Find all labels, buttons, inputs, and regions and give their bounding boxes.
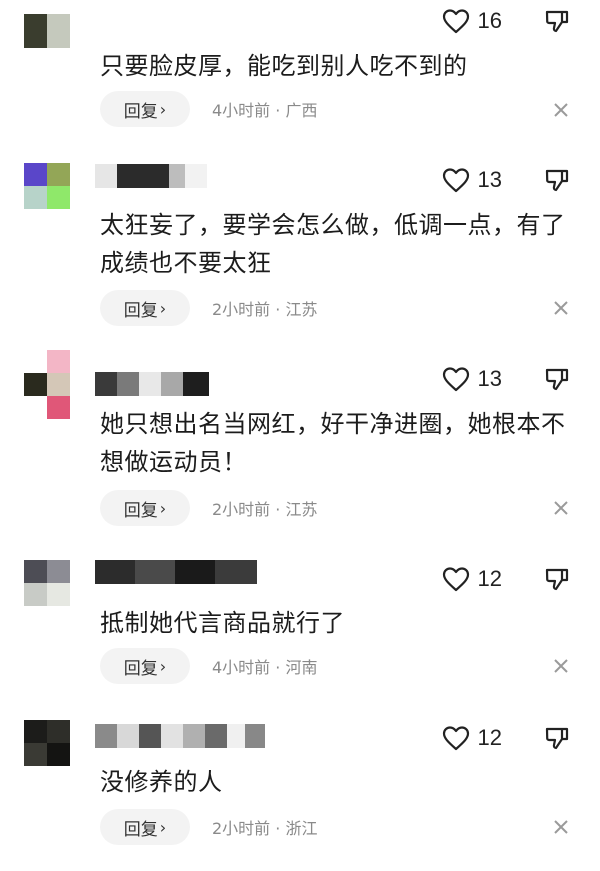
like-count: 13: [477, 366, 502, 391]
chevron-right-icon: ›: [159, 817, 167, 837]
heart-icon: [442, 567, 469, 592]
avatar[interactable]: [24, 350, 70, 420]
username-blurred[interactable]: [95, 560, 257, 584]
close-icon[interactable]: [552, 299, 570, 317]
avatar[interactable]: [24, 720, 70, 766]
close-icon[interactable]: [552, 101, 570, 119]
comment-text: 抵制她代言商品就行了: [100, 609, 345, 637]
like-button[interactable]: 13: [442, 364, 502, 394]
comment-meta: 回复 › 2小时前 · 江苏: [100, 490, 317, 526]
username-blurred[interactable]: [95, 164, 207, 188]
like-button[interactable]: 13: [442, 165, 502, 195]
dislike-button[interactable]: [544, 564, 570, 594]
heart-icon: [442, 168, 469, 193]
close-icon[interactable]: [552, 657, 570, 675]
comment-meta: 回复 › 2小时前 · 江苏: [100, 290, 317, 326]
reply-button[interactable]: 回复 ›: [100, 809, 190, 845]
username-blurred[interactable]: [95, 724, 265, 748]
close-icon[interactable]: [552, 818, 570, 836]
chevron-right-icon: ›: [159, 498, 167, 518]
comment-time-location: 2小时前 · 江苏: [212, 500, 318, 519]
reply-button[interactable]: 回复 ›: [100, 290, 190, 326]
heart-icon: [442, 726, 469, 751]
like-count: 12: [477, 725, 502, 750]
comment-text: 只要脸皮厚，能吃到别人吃不到的: [100, 52, 468, 80]
like-count: 16: [477, 8, 502, 33]
comment-text: 她只想出名当网红，好干净进圈，她根本不想做运动员！: [100, 410, 566, 476]
comment-time-location: 2小时前 · 浙江: [212, 819, 318, 838]
reply-button[interactable]: 回复 ›: [100, 648, 190, 684]
like-button[interactable]: 12: [442, 564, 502, 594]
like-button[interactable]: 12: [442, 723, 502, 753]
close-icon[interactable]: [552, 499, 570, 517]
reply-label: 回复: [123, 658, 158, 679]
avatar[interactable]: [24, 560, 70, 606]
comment-time-location: 4小时前 · 河南: [212, 658, 318, 677]
thumbs-down-icon: [545, 10, 569, 33]
comment-time-location: 2小时前 · 江苏: [212, 300, 318, 319]
dislike-button[interactable]: [544, 364, 570, 394]
chevron-right-icon: ›: [159, 298, 167, 318]
avatar[interactable]: [24, 163, 70, 209]
comment-meta: 回复 › 2小时前 · 浙江: [100, 809, 317, 845]
comment-meta: 回复 › 4小时前 · 河南: [100, 648, 317, 684]
dislike-button[interactable]: [544, 6, 570, 36]
comment-text: 太狂妄了，要学会怎么做，低调一点，有了成绩也不要太狂: [100, 211, 566, 277]
thumbs-down-icon: [545, 568, 569, 591]
username-blurred[interactable]: [95, 372, 209, 396]
reply-label: 回复: [123, 500, 158, 521]
chevron-right-icon: ›: [159, 99, 167, 119]
heart-icon: [442, 9, 469, 34]
thumbs-down-icon: [545, 727, 569, 750]
reply-button[interactable]: 回复 ›: [100, 490, 190, 526]
thumbs-down-icon: [545, 368, 569, 391]
thumbs-down-icon: [545, 169, 569, 192]
dislike-button[interactable]: [544, 165, 570, 195]
avatar[interactable]: [24, 14, 70, 48]
dislike-button[interactable]: [544, 723, 570, 753]
comment-text: 没修养的人: [100, 768, 223, 796]
like-count: 12: [477, 566, 502, 591]
reply-label: 回复: [123, 101, 158, 122]
heart-icon: [442, 367, 469, 392]
comment-time-location: 4小时前 · 广西: [212, 101, 318, 120]
like-count: 13: [477, 167, 502, 192]
like-button[interactable]: 16: [442, 6, 502, 36]
reply-label: 回复: [123, 300, 158, 321]
comment-meta: 回复 › 4小时前 · 广西: [100, 91, 317, 127]
reply-label: 回复: [123, 819, 158, 840]
chevron-right-icon: ›: [159, 656, 167, 676]
reply-button[interactable]: 回复 ›: [100, 91, 190, 127]
